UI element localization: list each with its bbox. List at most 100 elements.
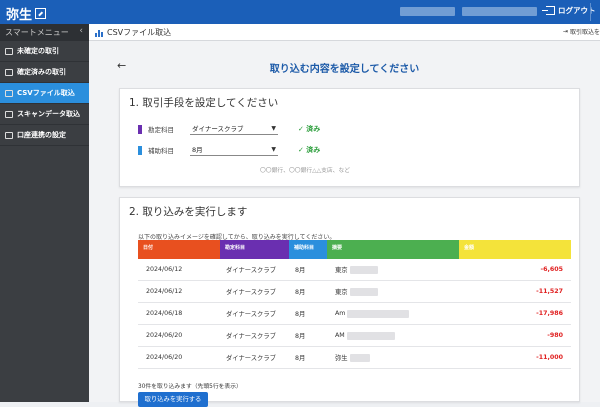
table-header: 日付 勘定科目 補助科目 摘要 金額	[138, 240, 571, 259]
row-amount: -11,527	[536, 288, 563, 295]
logo-mark-icon	[35, 8, 47, 19]
sidebar-item-label: 口座連携の設定	[17, 131, 66, 139]
sidebar-item-label: スキャンデータ取込	[17, 110, 80, 118]
breadcrumb: CSVファイル取込	[95, 27, 171, 38]
sidebar-item-unconfirmed[interactable]: 未確定の取引	[0, 41, 89, 62]
step2-title: 2. 取り込みを実行します	[129, 206, 248, 218]
row-account: ダイナースクラブ	[226, 355, 276, 362]
row-amount: -6,605	[540, 266, 563, 273]
row-sub-account: 8月	[295, 355, 306, 362]
caret-down-icon: ▼	[271, 124, 276, 132]
row-summary: 東京	[327, 287, 459, 296]
redacted-text	[349, 265, 378, 274]
page-title: 取り込む内容を設定してください	[269, 64, 420, 75]
column-amount: 金額	[459, 240, 571, 259]
table-row: 2024/06/12 ダイナースクラブ 8月 東京 -11,527	[138, 281, 571, 303]
redacted-text	[346, 331, 395, 340]
row-account: ダイナースクラブ	[226, 333, 276, 340]
row-amount: -11,000	[536, 354, 563, 361]
logout-icon	[542, 6, 555, 15]
help-button[interactable]	[590, 3, 600, 21]
row-account: ダイナースクラブ	[226, 289, 276, 296]
chart-icon	[5, 89, 13, 97]
preview-table: 日付 勘定科目 補助科目 摘要 金額 2024/06/12 ダイナースクラブ 8…	[138, 240, 571, 369]
row-sub-account: 8月	[295, 289, 306, 296]
account-value: ダイナースクラブ	[192, 124, 244, 133]
sidebar-item-account-link[interactable]: 口座連携の設定	[0, 125, 89, 146]
sub-account-status: ✓ 済み	[298, 146, 321, 154]
row-summary-text: 東京	[335, 267, 348, 274]
list-icon	[5, 47, 13, 55]
row-account: ダイナースクラブ	[226, 311, 276, 318]
sidebar-item-label: 確定済みの取引	[17, 68, 66, 76]
scan-icon	[5, 110, 13, 118]
top-bar: 弥生 ログアウト	[0, 0, 600, 24]
account-label: 勘定科目	[148, 126, 174, 134]
redacted-text	[349, 353, 370, 362]
row-summary: Am	[327, 309, 459, 318]
logo-text: 弥生	[6, 8, 33, 23]
import-count-note: 30件を取り込みます（先頭5行を表示）	[138, 384, 242, 390]
sub-account-label: 補助科目	[148, 147, 174, 155]
row-sub-account: 8月	[295, 311, 306, 318]
row-sub-account: 8月	[295, 333, 306, 340]
column-sub-account: 補助科目	[289, 240, 327, 259]
bank-icon	[5, 131, 13, 139]
table-row: 2024/06/18 ダイナースクラブ 8月 Am -17,986	[138, 303, 571, 325]
row-sub-account: 8月	[295, 267, 306, 274]
account-row: 勘定科目 ダイナースクラブ ▼ ✓ 済み	[138, 123, 320, 135]
execute-import-button[interactable]: 取り込みを実行する	[138, 392, 208, 407]
logout-button[interactable]: ログアウト	[542, 5, 596, 16]
redacted-text	[349, 287, 378, 296]
smart-menu-label: スマートメニュー	[5, 28, 69, 37]
account-marker	[138, 124, 142, 134]
sub-account-value: 8月	[192, 145, 203, 154]
sidebar-item-csv-import[interactable]: CSVファイル取込	[0, 83, 89, 104]
sub-header: CSVファイル取込 ⇥ 取引取込を	[89, 24, 600, 41]
import-button[interactable]: ⇥ 取引取込を	[563, 27, 600, 36]
step1-title: 1. 取引手段を設定してください	[129, 97, 279, 109]
app-logo: 弥生	[6, 4, 47, 23]
row-date: 2024/06/20	[146, 332, 183, 339]
row-summary-text: 東京	[335, 289, 348, 296]
sidebar-item-scan-import[interactable]: スキャンデータ取込	[0, 104, 89, 125]
chart-icon	[95, 29, 103, 37]
table-row: 2024/06/12 ダイナースクラブ 8月 東京 -6,605	[138, 259, 571, 281]
account-select[interactable]: ダイナースクラブ ▼	[190, 124, 278, 135]
row-summary-text: Am	[335, 310, 346, 317]
chevron-left-icon[interactable]: ‹	[79, 26, 83, 36]
account-status: ✓ 済み	[298, 125, 321, 133]
step1-card: 1. 取引手段を設定してください 勘定科目 ダイナースクラブ ▼ ✓ 済み 補助…	[119, 88, 580, 187]
redacted-company-info	[462, 7, 537, 16]
sub-account-hint: 〇〇銀行、〇〇銀行△△支店、など	[260, 168, 351, 174]
caret-down-icon: ▼	[271, 145, 276, 153]
document-icon	[5, 68, 13, 76]
sidebar-item-label: 未確定の取引	[17, 47, 59, 55]
sub-account-row: 補助科目 8月 ▼ ✓ 済み	[138, 144, 320, 156]
sidebar: スマートメニュー ‹ 未確定の取引 確定済みの取引 CSVファイル取込 スキャン…	[0, 24, 89, 402]
column-summary: 摘要	[327, 240, 459, 259]
import-icon: ⇥	[562, 28, 568, 35]
row-amount: -980	[547, 332, 563, 339]
sub-account-marker	[138, 145, 142, 155]
row-date: 2024/06/12	[146, 288, 183, 295]
row-summary-text: AM	[335, 332, 345, 339]
redacted-text	[347, 309, 410, 318]
table-row: 2024/06/20 ダイナースクラブ 8月 AM -980	[138, 325, 571, 347]
row-date: 2024/06/20	[146, 354, 183, 361]
column-date: 日付	[138, 240, 220, 259]
sub-header-title: CSVファイル取込	[107, 28, 172, 37]
row-account: ダイナースクラブ	[226, 267, 276, 274]
row-summary-text: 弥生	[335, 355, 348, 362]
sidebar-item-confirmed[interactable]: 確定済みの取引	[0, 62, 89, 83]
import-label: 取引取込を	[569, 29, 600, 36]
row-amount: -17,986	[536, 310, 563, 317]
sidebar-item-label: CSVファイル取込	[17, 89, 75, 97]
sub-account-select[interactable]: 8月 ▼	[190, 145, 278, 156]
table-row: 2024/06/20 ダイナースクラブ 8月 弥生 -11,000	[138, 347, 571, 369]
row-date: 2024/06/12	[146, 266, 183, 273]
step2-card: 2. 取り込みを実行します 以下の取り込みイメージを確認してから、取り込みを実行…	[119, 197, 580, 407]
smart-menu-header[interactable]: スマートメニュー ‹	[0, 24, 89, 41]
row-summary: AM	[327, 331, 459, 340]
column-account: 勘定科目	[220, 240, 289, 259]
